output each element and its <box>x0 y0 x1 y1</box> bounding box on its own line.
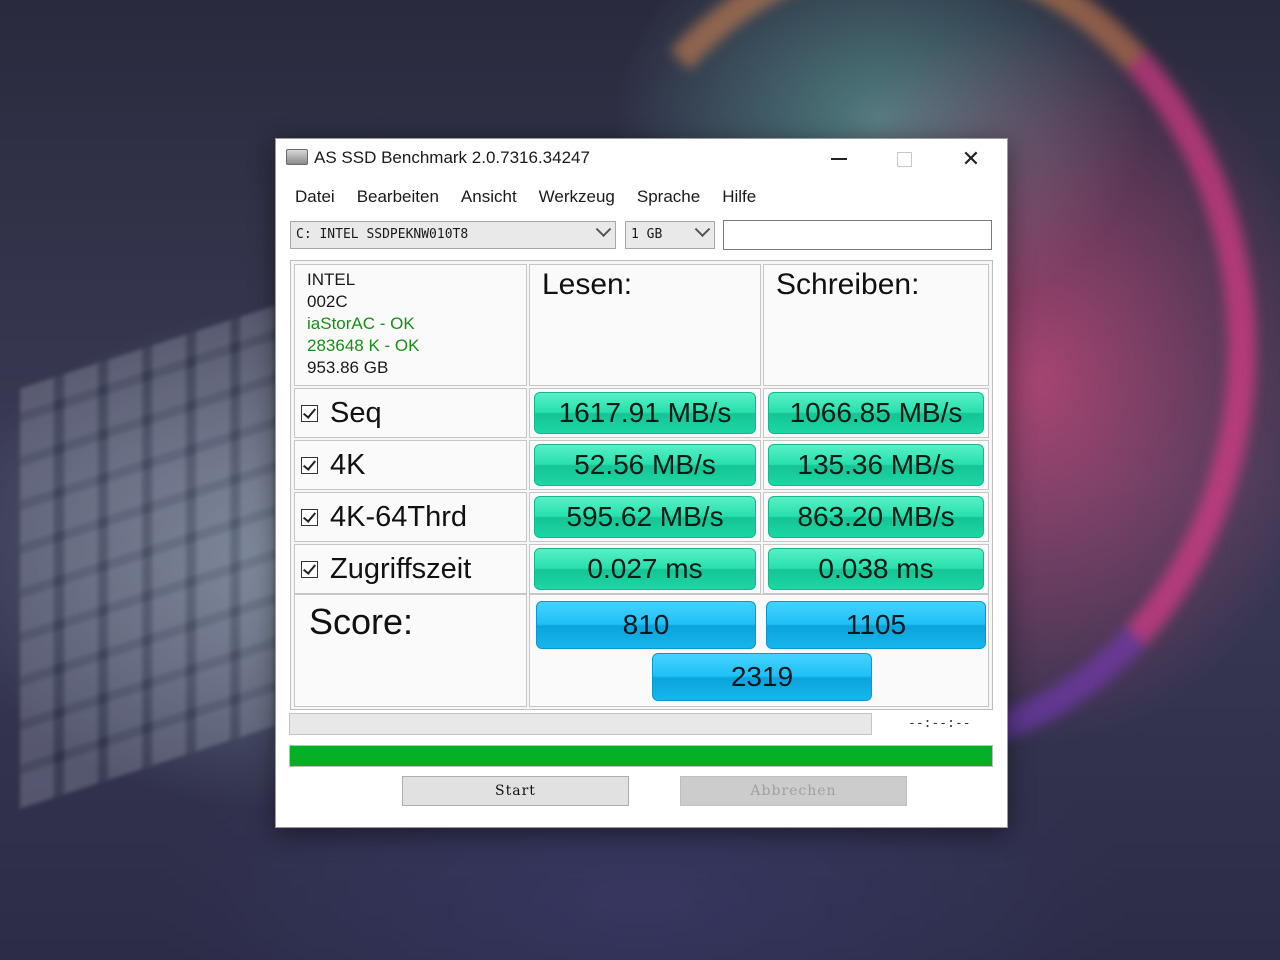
overall-progress-bar <box>289 745 993 767</box>
app-window: AS SSD Benchmark 2.0.7316.34247 ✕ Datei … <box>275 138 1008 828</box>
window-title: AS SSD Benchmark 2.0.7316.34247 <box>314 148 590 167</box>
minimize-icon <box>831 158 847 160</box>
size-select-value: 1 GB <box>631 227 663 242</box>
access-read-value: 0.027 ms <box>534 548 756 590</box>
size-select[interactable]: 1 GB <box>625 221 715 249</box>
maximize-icon <box>896 151 912 167</box>
checkbox-access-time[interactable] <box>301 560 318 578</box>
test-row-4k-64thrd[interactable]: 4K-64Thrd <box>294 492 527 542</box>
access-write-cell: 0.038 ms <box>763 544 989 594</box>
menu-bar: Datei Bearbeiten Ansicht Werkzeug Sprach… <box>284 187 767 215</box>
drive-vendor: INTEL <box>307 270 356 289</box>
minimize-button[interactable] <box>809 139 869 179</box>
read-header-cell: Lesen: <box>529 264 761 386</box>
score-read: 810 <box>536 601 756 649</box>
4k-read-value: 52.56 MB/s <box>534 444 756 486</box>
elapsed-time: --:--:-- <box>908 716 971 731</box>
chevron-down-icon <box>595 221 612 238</box>
menu-datei[interactable]: Datei <box>284 187 346 215</box>
drive-select[interactable]: C: INTEL SSDPEKNW010T8 <box>290 221 616 249</box>
checkbox-4k[interactable] <box>301 456 318 474</box>
drive-select-value: C: INTEL SSDPEKNW010T8 <box>296 227 469 242</box>
close-button[interactable]: ✕ <box>941 139 1001 179</box>
title-bar[interactable]: AS SSD Benchmark 2.0.7316.34247 ✕ <box>276 139 1007 179</box>
score-label: Score: <box>309 601 414 642</box>
menu-sprache[interactable]: Sprache <box>626 187 711 215</box>
test-row-4k[interactable]: 4K <box>294 440 527 490</box>
chevron-down-icon <box>694 221 711 238</box>
score-total: 2319 <box>652 653 872 701</box>
4k64-write-value: 863.20 MB/s <box>768 496 984 538</box>
4k-write-value: 135.36 MB/s <box>768 444 984 486</box>
access-read-cell: 0.027 ms <box>529 544 761 594</box>
4k-write-cell: 135.36 MB/s <box>763 440 989 490</box>
alignment-status: 283648 K - OK <box>307 336 420 355</box>
test-row-seq[interactable]: Seq <box>294 388 527 438</box>
close-icon: ✕ <box>961 146 981 171</box>
menu-bearbeiten[interactable]: Bearbeiten <box>346 187 450 215</box>
maximize-button[interactable] <box>874 139 934 179</box>
score-write: 1105 <box>766 601 986 649</box>
checkbox-seq[interactable] <box>301 404 318 422</box>
score-label-cell: Score: <box>294 594 527 707</box>
test-label: 4K <box>330 448 366 481</box>
seq-read-cell: 1617.91 MB/s <box>529 388 761 438</box>
drive-icon <box>286 149 308 165</box>
overall-progress-fill <box>290 746 992 766</box>
test-row-access-time[interactable]: Zugriffszeit <box>294 544 527 594</box>
drive-firmware: 002C <box>307 292 348 311</box>
test-label: Seq <box>330 396 382 429</box>
checkbox-4k-64thrd[interactable] <box>301 508 318 526</box>
4k64-read-cell: 595.62 MB/s <box>529 492 761 542</box>
drive-info: INTEL 002C iaStorAC - OK 283648 K - OK 9… <box>294 264 527 386</box>
test-label: Zugriffszeit <box>330 552 472 585</box>
results-panel: INTEL 002C iaStorAC - OK 283648 K - OK 9… <box>290 260 993 710</box>
test-label: 4K-64Thrd <box>330 500 468 533</box>
4k-read-cell: 52.56 MB/s <box>529 440 761 490</box>
seq-write-value: 1066.85 MB/s <box>768 392 984 434</box>
4k64-read-value: 595.62 MB/s <box>534 496 756 538</box>
score-values: 810 1105 2319 <box>529 594 989 707</box>
4k64-write-cell: 863.20 MB/s <box>763 492 989 542</box>
access-write-value: 0.038 ms <box>768 548 984 590</box>
drive-capacity: 953.86 GB <box>307 358 389 377</box>
menu-ansicht[interactable]: Ansicht <box>450 187 528 215</box>
read-header: Lesen: <box>542 268 633 301</box>
seq-write-cell: 1066.85 MB/s <box>763 388 989 438</box>
driver-status: iaStorAC - OK <box>307 314 415 333</box>
info-textbox[interactable] <box>723 220 992 250</box>
abort-button[interactable]: Abbrechen <box>680 776 907 806</box>
menu-werkzeug[interactable]: Werkzeug <box>528 187 626 215</box>
write-header-cell: Schreiben: <box>763 264 989 386</box>
menu-hilfe[interactable]: Hilfe <box>711 187 767 215</box>
write-header: Schreiben: <box>776 268 920 301</box>
seq-read-value: 1617.91 MB/s <box>534 392 756 434</box>
test-progress-bar <box>289 713 872 735</box>
start-button[interactable]: Start <box>402 776 629 806</box>
